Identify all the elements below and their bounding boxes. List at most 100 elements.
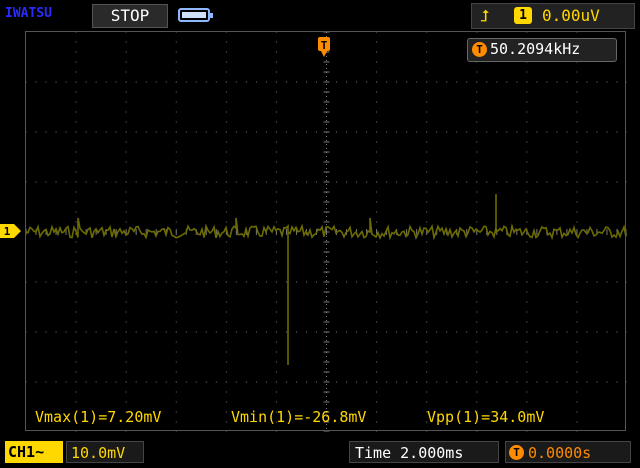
grid-dot <box>65 81 67 83</box>
grid-dot <box>596 81 598 83</box>
grid-dot <box>75 391 77 393</box>
grid-dot <box>26 181 27 183</box>
grid-dot <box>376 221 378 223</box>
grid-dot <box>476 171 478 173</box>
grid-dot <box>235 181 237 183</box>
grid-dot <box>396 131 398 133</box>
grid-dot <box>165 381 167 383</box>
grid-dot <box>125 361 127 363</box>
timebase-readout[interactable]: Time 2.000ms <box>349 441 499 463</box>
grid-dot <box>366 181 368 183</box>
grid-dot <box>305 381 307 383</box>
grid-dot <box>285 381 287 383</box>
grid-dot <box>255 131 257 133</box>
grid-dot <box>125 391 127 393</box>
grid-dot <box>275 171 277 173</box>
grid-dot <box>275 141 277 143</box>
grid-dot <box>426 101 428 103</box>
channel1-ground-marker[interactable]: 1 <box>0 223 22 239</box>
grid-dot <box>486 181 488 183</box>
grid-dot <box>305 81 307 83</box>
grid-dot <box>225 311 227 313</box>
grid-dot <box>566 131 568 133</box>
grid-dot <box>386 381 388 383</box>
grid-dot <box>225 331 227 333</box>
grid-dot <box>75 431 77 432</box>
grid-dot <box>175 371 177 373</box>
grid-dot <box>75 261 77 263</box>
grid-dot <box>406 181 408 183</box>
grid-dot <box>35 81 37 83</box>
grid-dot <box>75 401 77 403</box>
grid-dot <box>536 131 538 133</box>
grid-dot <box>225 131 227 133</box>
trigger-position-marker[interactable]: T <box>317 33 331 59</box>
frequency-counter: T 50.2094kHz <box>467 38 617 62</box>
grid-dot <box>75 71 77 73</box>
grid-dot <box>476 221 478 223</box>
grid-dot <box>275 261 277 263</box>
channel1-volts-per-div[interactable]: 10.0mV <box>66 441 144 463</box>
grid-dot <box>245 81 247 83</box>
grid-dot <box>456 81 458 83</box>
grid-dot <box>225 251 227 253</box>
grid-dot <box>526 81 528 83</box>
grid-dot <box>225 361 227 363</box>
grid-dot <box>586 181 588 183</box>
grid-dot <box>45 331 47 333</box>
grid-dot <box>576 351 578 353</box>
grid-dot <box>376 381 378 383</box>
grid-dot <box>45 131 47 133</box>
grid-dot <box>616 281 618 283</box>
grid-dot <box>185 131 187 133</box>
grid-dot <box>75 251 77 253</box>
grid-dot <box>526 351 528 353</box>
grid-dot <box>356 331 358 333</box>
grid-dot <box>35 181 37 183</box>
grid-dot <box>35 331 37 333</box>
grid-dot <box>45 381 47 383</box>
grid-dot <box>125 271 127 273</box>
grid-dot <box>376 421 378 423</box>
grid-dot <box>225 141 227 143</box>
trigger-status[interactable]: ⮥ 1 0.00uV <box>471 3 635 29</box>
grid-dot <box>576 191 578 193</box>
grid-dot <box>476 241 478 243</box>
grid-dot <box>516 281 518 283</box>
trigger-offset-readout[interactable]: T 0.0000s <box>505 441 631 463</box>
grid-dot <box>275 91 277 93</box>
grid-dot <box>175 71 177 73</box>
grid-dot <box>406 331 408 333</box>
grid-dot <box>426 131 428 133</box>
grid-dot <box>486 81 488 83</box>
grid-dot <box>255 281 257 283</box>
grid-dot <box>255 331 257 333</box>
grid-dot <box>155 181 157 183</box>
grid-dot <box>376 361 378 363</box>
grid-dot <box>125 431 127 432</box>
grid-dot <box>526 211 528 213</box>
grid-dot <box>175 221 177 223</box>
grid-dot <box>125 101 127 103</box>
grid-dot <box>85 331 87 333</box>
grid-dot <box>195 331 197 333</box>
grid-dot <box>145 281 147 283</box>
grid-dot <box>426 251 428 253</box>
grid-dot <box>295 81 297 83</box>
grid-dot <box>275 241 277 243</box>
grid-dot <box>175 181 177 183</box>
channel1-tag[interactable]: CH1~ <box>5 441 63 463</box>
grid-dot <box>426 351 428 353</box>
grid-dot <box>75 32 77 33</box>
grid-dot <box>616 331 618 333</box>
grid-dot <box>596 131 598 133</box>
grid-dot <box>576 71 578 73</box>
grid-dot <box>376 241 378 243</box>
grid-dot <box>376 201 378 203</box>
run-stop-indicator[interactable]: STOP <box>92 4 168 28</box>
grid-dot <box>275 291 277 293</box>
waveform-display[interactable]: T 50.2094kHz Vmax(1)=7.20mV Vmin(1)=-26.… <box>25 31 627 432</box>
grid-dot <box>305 181 307 183</box>
grid-dot <box>125 71 127 73</box>
grid-dot <box>576 141 578 143</box>
